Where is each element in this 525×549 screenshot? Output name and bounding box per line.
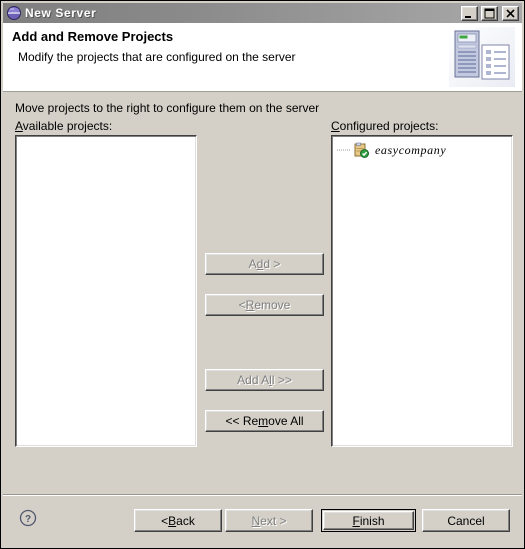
- tree-connector-icon: [337, 149, 351, 151]
- finish-button-label-post: inish: [359, 513, 385, 528]
- finish-button-mnemonic: F: [352, 513, 360, 528]
- list-item[interactable]: easycompany: [336, 142, 446, 158]
- remove-button-mnemonic: R: [245, 298, 255, 312]
- configured-label-rest: onfigured projects:: [339, 119, 439, 133]
- available-label-mnemonic: A: [15, 119, 23, 133]
- page-title: Add and Remove Projects: [12, 29, 174, 44]
- back-button-label-post: ack: [176, 513, 195, 528]
- svg-text:?: ?: [25, 514, 31, 525]
- available-projects-label: Available projects:: [15, 119, 112, 133]
- back-button-mnemonic: B: [168, 513, 177, 528]
- instruction-text: Move projects to the right to configure …: [15, 101, 320, 115]
- page-description: Modify the projects that are configured …: [18, 50, 296, 64]
- window-title: New Server: [25, 6, 97, 20]
- remove-all-button-mnemonic: m: [258, 414, 269, 428]
- add-all-button-label-pre: Add A: [237, 373, 270, 387]
- project-folder-icon: [354, 142, 369, 158]
- remove-button-label-pre: <: [238, 298, 246, 312]
- remove-all-button-label-post: ove All: [268, 414, 304, 428]
- add-button-mnemonic: d: [256, 257, 264, 271]
- back-button-label-pre: <: [161, 513, 169, 528]
- add-all-button-label-post: l >>: [271, 373, 292, 387]
- add-all-button[interactable]: Add All >>: [205, 369, 324, 391]
- dialog-body: Move projects to the right to configure …: [3, 93, 522, 491]
- remove-button[interactable]: < Remove: [205, 294, 324, 316]
- window-controls: [461, 5, 520, 21]
- next-button[interactable]: Next >: [225, 509, 313, 532]
- maximize-button[interactable]: [481, 5, 498, 21]
- remove-button-label-post: emove: [254, 298, 291, 312]
- finish-button-inner: Finish: [323, 511, 414, 530]
- minimize-button[interactable]: [461, 5, 478, 21]
- finish-button[interactable]: Finish: [321, 509, 416, 532]
- next-button-label-post: ext >: [260, 513, 287, 528]
- cancel-button[interactable]: Cancel: [422, 509, 510, 532]
- configured-projects-list[interactable]: easycompany: [331, 135, 513, 447]
- list-item-label: easycompany: [375, 142, 447, 157]
- back-button[interactable]: < Back: [134, 509, 222, 532]
- remove-all-button-label-pre: << Re: [225, 414, 259, 428]
- configured-projects-label: Configured projects:: [331, 119, 438, 133]
- dialog-footer: ? < Back Next > Finish Cancel: [3, 496, 522, 548]
- server-tower-with-document-icon: [449, 27, 515, 87]
- wizard-banner: Add and Remove Projects Modify the proje…: [3, 23, 522, 92]
- available-label-rest: vailable projects:: [22, 119, 113, 133]
- server-globe-icon: [7, 6, 21, 20]
- close-button[interactable]: [502, 5, 519, 21]
- cancel-button-label: Cancel: [447, 513, 485, 528]
- add-button[interactable]: Add >: [205, 253, 324, 275]
- add-button-label-pre: A: [248, 257, 257, 271]
- new-server-dialog: New Server Add and Remove Projects Modif…: [0, 0, 525, 549]
- next-button-mnemonic: N: [251, 513, 261, 528]
- help-question-icon[interactable]: ?: [19, 509, 37, 527]
- available-projects-list[interactable]: [15, 135, 197, 447]
- title-bar[interactable]: New Server: [3, 3, 522, 23]
- add-button-label-post: d >: [263, 257, 281, 271]
- configured-label-mnemonic: C: [331, 119, 340, 133]
- remove-all-button[interactable]: << Re m ove All: [205, 410, 324, 432]
